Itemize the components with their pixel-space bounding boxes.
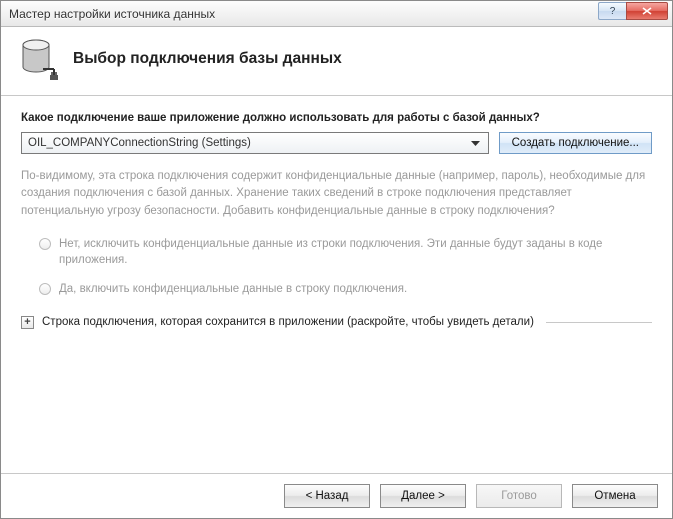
expand-button[interactable]: +	[21, 316, 34, 329]
divider-line	[546, 322, 652, 323]
next-label: Далее >	[401, 490, 445, 502]
radio-exclude-sensitive: Нет, исключить конфиденциальные данные и…	[39, 236, 652, 269]
wizard-footer: < Назад Далее > Готово Отмена	[1, 473, 672, 518]
titlebar-buttons: ?	[598, 1, 672, 26]
wizard-header: Выбор подключения базы данных	[1, 27, 672, 96]
page-title: Выбор подключения базы данных	[73, 50, 342, 68]
close-button[interactable]	[626, 2, 668, 20]
back-label: < Назад	[306, 490, 349, 502]
security-warning-text: По-видимому, эта строка подключения соде…	[21, 168, 652, 220]
cancel-button[interactable]: Отмена	[572, 484, 658, 508]
help-icon: ?	[610, 6, 616, 17]
cancel-label: Отмена	[594, 490, 635, 502]
sensitive-data-radio-group: Нет, исключить конфиденциальные данные и…	[39, 236, 652, 298]
connection-question: Какое подключение ваше приложение должно…	[21, 112, 652, 124]
expander-label: Строка подключения, которая сохранится в…	[42, 316, 534, 328]
finish-label: Готово	[501, 490, 537, 502]
plus-icon: +	[24, 317, 30, 328]
radio-include-sensitive: Да, включить конфиденциальные данные в с…	[39, 281, 652, 298]
help-button[interactable]: ?	[598, 2, 626, 20]
connection-dropdown[interactable]: OIL_COMPANYConnectionString (Settings)	[21, 132, 489, 154]
connection-string-expander: + Строка подключения, которая сохранится…	[21, 316, 652, 329]
window-title: Мастер настройки источника данных	[9, 7, 598, 21]
new-connection-button[interactable]: Создать подключение...	[499, 132, 652, 154]
titlebar: Мастер настройки источника данных ?	[1, 1, 672, 27]
wizard-content: Какое подключение ваше приложение должно…	[1, 96, 672, 473]
radio-icon[interactable]	[39, 283, 51, 295]
database-icon	[21, 39, 55, 77]
radio-icon[interactable]	[39, 238, 51, 250]
back-button[interactable]: < Назад	[284, 484, 370, 508]
connection-selected-value: OIL_COMPANYConnectionString (Settings)	[28, 137, 467, 149]
next-button[interactable]: Далее >	[380, 484, 466, 508]
finish-button: Готово	[476, 484, 562, 508]
new-connection-label: Создать подключение...	[512, 137, 639, 149]
wizard-window: Мастер настройки источника данных ?	[0, 0, 673, 519]
connection-row: OIL_COMPANYConnectionString (Settings) С…	[21, 132, 652, 154]
radio-include-label: Да, включить конфиденциальные данные в с…	[59, 281, 407, 298]
chevron-down-icon	[467, 133, 484, 153]
close-icon	[642, 7, 652, 15]
radio-exclude-label: Нет, исключить конфиденциальные данные и…	[59, 236, 652, 269]
